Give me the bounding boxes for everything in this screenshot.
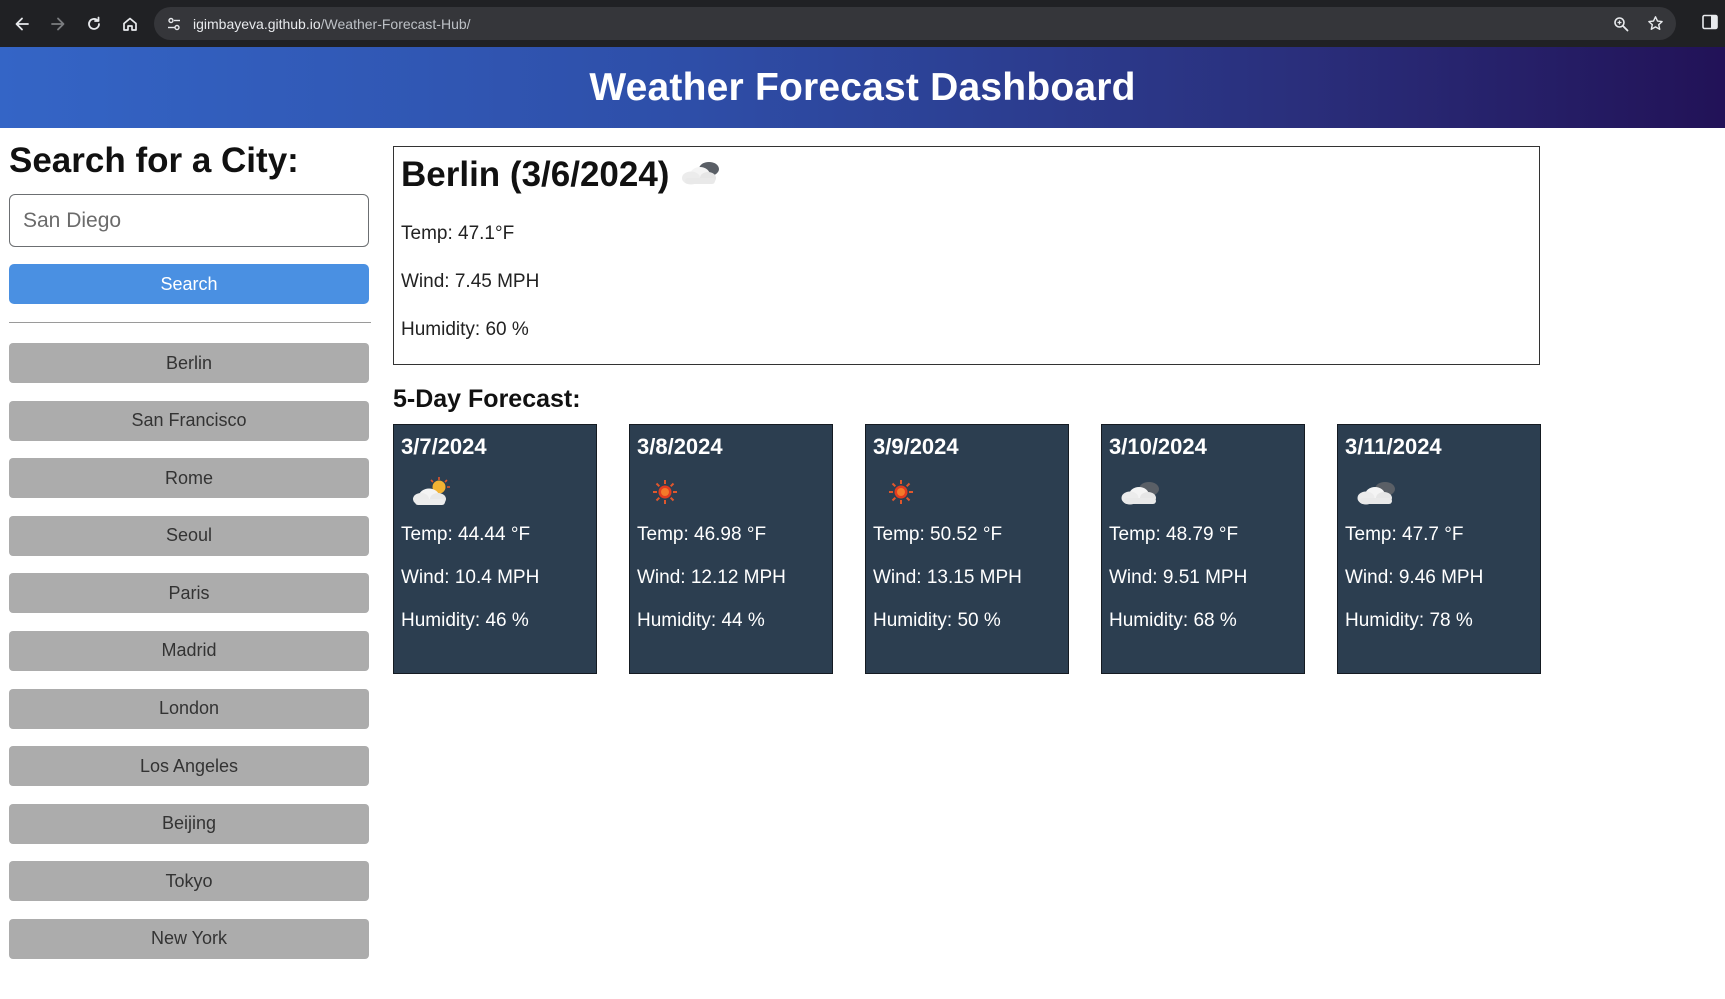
forecast-card: 3/8/2024 Temp: 46.98 °F Wind: 12.12 MPH …: [629, 424, 833, 674]
url-text: igimbayeva.github.io/Weather-Forecast-Hu…: [193, 16, 471, 32]
forecast-date: 3/8/2024: [637, 434, 723, 459]
forecast-card: 3/10/2024 Temp: 48.79 °F Wind: 9.51 MPH …: [1101, 424, 1305, 674]
forecast-card: 3/9/2024 Temp: 50.52 °F Wind: 13.15 MPH …: [865, 424, 1069, 674]
history-city-button[interactable]: Rome: [9, 458, 369, 499]
page-header: Weather Forecast Dashboard: [0, 47, 1725, 128]
forecast-card: 3/11/2024 Temp: 47.7 °F Wind: 9.46 MPH H…: [1337, 424, 1541, 674]
sidebar-divider: [9, 322, 371, 323]
zoom-icon: [1614, 16, 1629, 31]
forecast-temp: Temp: 48.79 °F: [1109, 524, 1239, 545]
forecast-humidity: Humidity: 46 %: [401, 610, 529, 631]
cloud-icon: [675, 154, 727, 197]
forecast-date: 3/7/2024: [401, 434, 487, 459]
home-icon: [123, 17, 137, 31]
forecast-humidity: Humidity: 50 %: [873, 610, 1001, 631]
search-button[interactable]: Search: [9, 264, 369, 304]
current-humidity: Humidity: 60 %: [401, 319, 529, 340]
sun-icon: [637, 470, 825, 514]
tune-icon: [168, 17, 180, 30]
forecast-wind: Wind: 12.12 MPH: [637, 567, 786, 588]
forecast-temp: Temp: 46.98 °F: [637, 524, 767, 545]
forecast-humidity: Humidity: 44 %: [637, 610, 765, 631]
city-search-input[interactable]: [9, 194, 369, 247]
forecast-date: 3/10/2024: [1109, 434, 1207, 459]
forecast-humidity: Humidity: 68 %: [1109, 610, 1237, 631]
forecast-wind: Wind: 13.15 MPH: [873, 567, 1022, 588]
search-heading: Search for a City:: [9, 141, 299, 180]
history-city-button[interactable]: Beijing: [9, 803, 369, 844]
forecast-temp: Temp: 44.44 °F: [401, 524, 531, 545]
current-city-date: Berlin (3/6/2024): [401, 155, 670, 194]
history-city-button[interactable]: Los Angeles: [9, 746, 369, 787]
current-weather-card: Berlin (3/6/2024) Temp: 47.1°F Wind: 7.4…: [393, 146, 1540, 365]
forecast-wind: Wind: 10.4 MPH: [401, 567, 540, 588]
current-weather-title: Berlin (3/6/2024): [401, 155, 1532, 195]
current-temp: Temp: 47.1°F: [401, 223, 515, 244]
reload-icon: [88, 16, 100, 30]
partly-cloudy-icon: [401, 470, 589, 514]
history-city-button[interactable]: Berlin: [9, 343, 369, 383]
forecast-temp: Temp: 50.52 °F: [873, 524, 1003, 545]
url-host: igimbayeva.github.io: [193, 15, 321, 32]
forecast-date: 3/9/2024: [873, 434, 959, 459]
site-info-button[interactable]: [159, 9, 189, 39]
address-bar[interactable]: igimbayeva.github.io/Weather-Forecast-Hu…: [154, 7, 1676, 40]
side-panel-icon[interactable]: [1701, 13, 1719, 31]
reload-button[interactable]: [77, 7, 111, 41]
cloud-icon: [1345, 470, 1533, 514]
forward-button[interactable]: [41, 7, 75, 41]
page-title: Weather Forecast Dashboard: [589, 65, 1136, 109]
home-button[interactable]: [113, 7, 147, 41]
back-button[interactable]: [5, 7, 39, 41]
history-city-button[interactable]: New York: [9, 918, 369, 959]
history-city-button[interactable]: Seoul: [9, 515, 369, 556]
search-sidebar: Search for a City: Search Berlin San Fra…: [9, 140, 371, 977]
history-city-button[interactable]: San Francisco: [9, 400, 369, 441]
bookmark-button[interactable]: [1646, 15, 1664, 33]
zoom-button[interactable]: [1612, 15, 1630, 33]
current-wind: Wind: 7.45 MPH: [401, 271, 540, 292]
cloud-icon: [1109, 470, 1297, 514]
arrow-left-icon: [15, 17, 29, 30]
forecast-humidity: Humidity: 78 %: [1345, 610, 1473, 631]
forecast-heading: 5-Day Forecast:: [393, 385, 581, 413]
history-city-button[interactable]: Tokyo: [9, 861, 369, 902]
star-icon: [1647, 16, 1663, 30]
sun-icon: [873, 470, 1061, 514]
history-city-button[interactable]: London: [9, 688, 369, 729]
forecast-wind: Wind: 9.46 MPH: [1345, 567, 1484, 588]
history-city-button[interactable]: Paris: [9, 573, 369, 614]
history-city-button[interactable]: Madrid: [9, 630, 369, 671]
forecast-wind: Wind: 9.51 MPH: [1109, 567, 1248, 588]
forecast-card: 3/7/2024 Temp: 44.44 °F Wind: 10.4 MPH H…: [393, 424, 597, 674]
url-path: /Weather-Forecast-Hub/: [320, 15, 471, 32]
forecast-row: 3/7/2024 Temp: 44.44 °F Wind: 10.4 MPH H…: [393, 424, 1541, 674]
browser-toolbar: igimbayeva.github.io/Weather-Forecast-Hu…: [0, 0, 1725, 47]
forecast-temp: Temp: 47.7 °F: [1345, 524, 1464, 545]
search-history-list: Berlin San Francisco Rome Seoul Paris Ma…: [9, 343, 370, 959]
forecast-date: 3/11/2024: [1345, 434, 1442, 459]
arrow-right-icon: [51, 17, 65, 30]
